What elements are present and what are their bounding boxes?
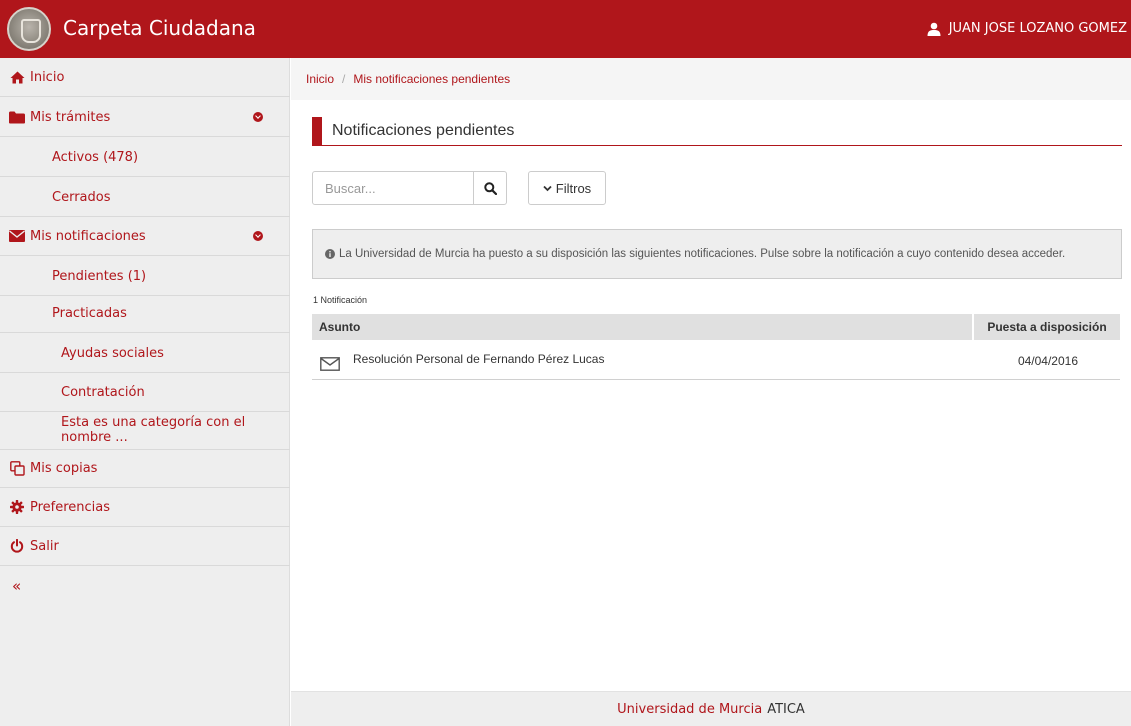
column-header-date[interactable]: Puesta a disposición bbox=[974, 314, 1120, 340]
info-icon bbox=[325, 249, 335, 259]
user-menu[interactable]: JUAN JOSE LOZANO GOMEZ bbox=[927, 21, 1127, 36]
breadcrumb: Inicio / Mis notificaciones pendientes bbox=[291, 58, 1131, 100]
sidebar-item-label: Contratación bbox=[61, 384, 145, 400]
sidebar: Inicio Mis trámites Activos (478) Cerrad… bbox=[0, 58, 290, 726]
sidebar-item-salir[interactable]: Salir bbox=[0, 527, 290, 566]
row-subject[interactable]: Resolución Personal de Fernando Pérez Lu… bbox=[353, 352, 604, 366]
chevron-down-icon[interactable] bbox=[253, 112, 263, 122]
sidebar-item-label: Cerrados bbox=[52, 189, 111, 205]
sidebar-item-label: Mis copias bbox=[30, 460, 98, 476]
table-row[interactable]: Resolución Personal de Fernando Pérez Lu… bbox=[312, 341, 1120, 380]
sidebar-item-preferencias[interactable]: Preferencias bbox=[0, 488, 290, 527]
copy-icon bbox=[9, 460, 25, 476]
chevron-down-icon bbox=[543, 185, 552, 191]
double-chevron-left-icon: « bbox=[12, 576, 22, 595]
sidebar-item-ayudas-sociales[interactable]: Ayudas sociales bbox=[0, 334, 290, 373]
top-bar: Carpeta Ciudadana JUAN JOSE LOZANO GOMEZ bbox=[0, 0, 1131, 58]
sidebar-item-contratacion[interactable]: Contratación bbox=[0, 373, 290, 412]
chevron-down-icon[interactable] bbox=[253, 231, 263, 241]
sidebar-item-label: Ayudas sociales bbox=[61, 345, 164, 361]
search-icon bbox=[483, 181, 497, 195]
sidebar-item-mis-copias[interactable]: Mis copias bbox=[0, 449, 290, 488]
sidebar-item-inicio[interactable]: Inicio bbox=[0, 58, 290, 97]
envelope-outline-icon bbox=[320, 357, 340, 371]
search-input[interactable] bbox=[313, 172, 473, 204]
user-icon bbox=[927, 22, 941, 36]
footer: Universidad de Murcia ATICA bbox=[291, 691, 1131, 726]
sidebar-item-mis-notificaciones[interactable]: Mis notificaciones bbox=[0, 217, 290, 256]
search-button[interactable] bbox=[473, 172, 506, 204]
breadcrumb-home-link[interactable]: Inicio bbox=[306, 72, 334, 86]
sidebar-item-label: Salir bbox=[30, 538, 59, 554]
sidebar-item-mis-tramites[interactable]: Mis trámites bbox=[0, 98, 290, 137]
app-title[interactable]: Carpeta Ciudadana bbox=[63, 16, 256, 40]
info-message: La Universidad de Murcia ha puesto a su … bbox=[312, 229, 1122, 279]
table-header: Asunto Puesta a disposición bbox=[312, 314, 1120, 340]
footer-atica-link[interactable]: ATICA bbox=[767, 702, 805, 717]
sidebar-item-label: Preferencias bbox=[30, 499, 111, 515]
sidebar-item-cerrados[interactable]: Cerrados bbox=[0, 178, 290, 217]
page-title-section: Notificaciones pendientes bbox=[312, 114, 1122, 146]
envelope-icon bbox=[9, 228, 25, 244]
column-header-subject[interactable]: Asunto bbox=[312, 314, 972, 340]
sidebar-collapse-button[interactable]: « bbox=[0, 566, 290, 605]
user-name: JUAN JOSE LOZANO GOMEZ bbox=[948, 21, 1127, 36]
footer-university-link[interactable]: Universidad de Murcia bbox=[617, 702, 762, 717]
sidebar-item-practicadas[interactable]: Practicadas bbox=[0, 294, 290, 333]
info-text: La Universidad de Murcia ha puesto a su … bbox=[339, 248, 1066, 260]
breadcrumb-separator: / bbox=[342, 72, 346, 86]
breadcrumb-current: Mis notificaciones pendientes bbox=[353, 72, 511, 86]
sidebar-item-pendientes[interactable]: Pendientes (1) bbox=[0, 257, 290, 296]
page-title: Notificaciones pendientes bbox=[332, 122, 515, 139]
sidebar-item-activos[interactable]: Activos (478) bbox=[0, 138, 290, 177]
sidebar-item-label: Inicio bbox=[30, 69, 65, 85]
gear-icon bbox=[9, 499, 25, 515]
title-accent-bar bbox=[312, 117, 322, 146]
sidebar-item-label: Esta es una categoría con el nombre ... bbox=[61, 415, 246, 445]
power-icon bbox=[9, 538, 25, 554]
sidebar-item-label: Mis notificaciones bbox=[30, 228, 146, 244]
row-date: 04/04/2016 bbox=[1017, 354, 1078, 368]
sidebar-item-label: Pendientes (1) bbox=[52, 268, 147, 284]
sidebar-item-label: Activos (478) bbox=[52, 149, 139, 165]
notification-count: 1 Notificación bbox=[313, 295, 368, 305]
sidebar-item-label: Practicadas bbox=[52, 305, 127, 321]
search-box bbox=[312, 171, 507, 205]
sidebar-item-label: Mis trámites bbox=[30, 109, 111, 125]
sidebar-item-categoria-larga[interactable]: Esta es una categoría con el nombre ... bbox=[0, 411, 290, 450]
home-icon bbox=[9, 69, 25, 85]
university-seal-logo[interactable] bbox=[7, 7, 51, 51]
folder-icon bbox=[9, 109, 25, 125]
filters-label: Filtros bbox=[555, 180, 592, 196]
filters-button[interactable]: Filtros bbox=[528, 171, 606, 205]
